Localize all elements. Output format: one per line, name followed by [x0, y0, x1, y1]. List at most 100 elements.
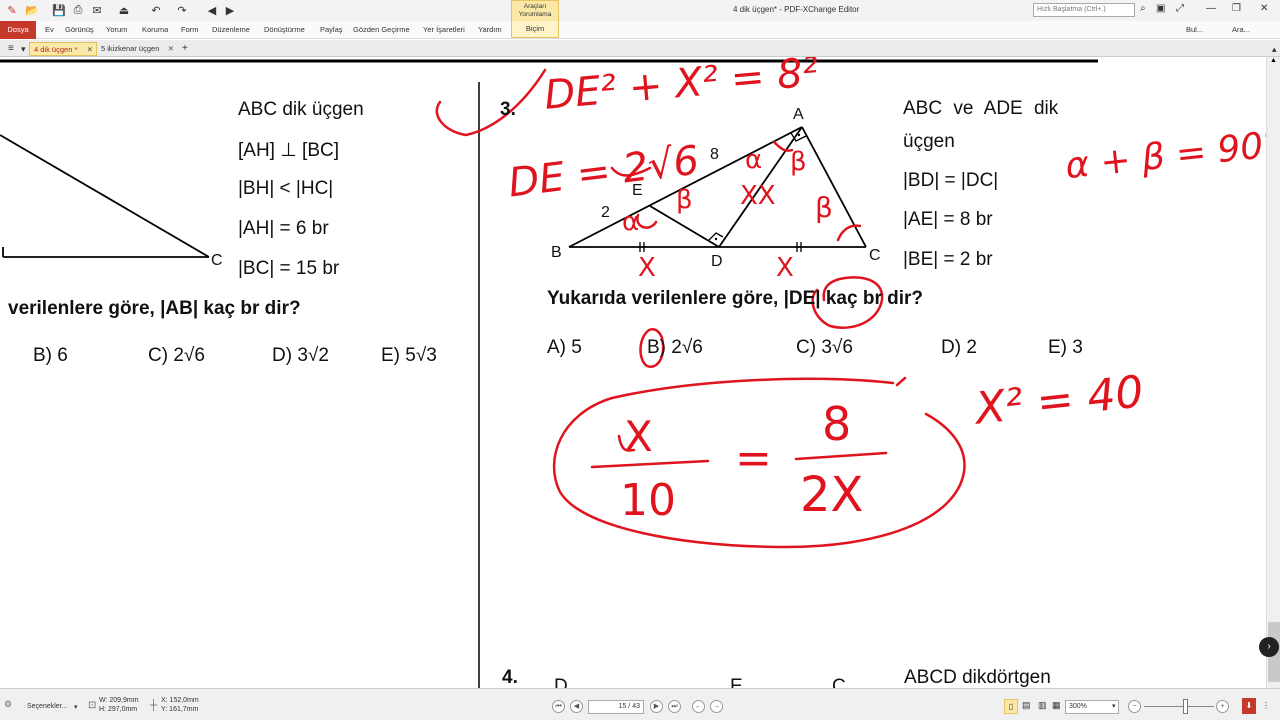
redo-icon[interactable]: ↷ [174, 2, 190, 18]
p4-label-c: C [832, 676, 846, 688]
p3-given-5: |BE| = 2 br [903, 249, 993, 270]
left-given-3: |BH| < |HC| [238, 178, 334, 199]
context-tab-comment-tools[interactable]: Araçları Yorumlama [511, 0, 559, 22]
menu-format[interactable]: Biçim [511, 21, 559, 38]
problem3-number: 3. [500, 99, 516, 120]
menu-bookmarks[interactable]: Yer İşaretleri [423, 21, 465, 39]
zoom-dropdown-icon[interactable]: ▾ [1112, 702, 1116, 710]
p4-label-e: E [730, 676, 743, 688]
prev-page-icon[interactable]: ◀ [570, 700, 583, 713]
ink-beta-c: β [815, 191, 833, 224]
ink-frac-right-num: 8 [822, 397, 852, 451]
history-forward-icon[interactable]: → [710, 700, 723, 713]
facing-view-icon[interactable]: ▥ [1038, 700, 1047, 711]
ribbon-toggle-icon[interactable]: ▣ [1156, 3, 1165, 14]
forward-icon[interactable]: ▶ [222, 2, 238, 18]
quick-launch-search-input[interactable]: Hızlı Başlatma (Ctrl+.) [1033, 3, 1135, 17]
facing-continuous-view-icon[interactable]: ▦ [1052, 700, 1061, 711]
menu-comment[interactable]: Yorum [106, 21, 127, 39]
p3-option-b: B) 2√6 [647, 337, 703, 358]
undo-icon[interactable]: ↶ [148, 2, 164, 18]
status-bar-menu-icon[interactable]: ⋮ [1262, 701, 1270, 710]
search-icon[interactable]: ⌕ [1140, 3, 1146, 14]
vertex-c: C [869, 247, 881, 264]
find-tool[interactable]: Bul... [1186, 21, 1203, 39]
tab-label: 4 dik üçgen * [34, 45, 78, 54]
zoom-level-field[interactable]: 300% [1065, 700, 1119, 714]
label-ae-8: 8 [710, 146, 719, 163]
zoom-slider-handle[interactable] [1183, 699, 1188, 714]
left-given-1: ABC dik üçgen [238, 99, 364, 120]
continuous-view-icon[interactable]: ▤ [1022, 700, 1031, 711]
tab-5-ikizkenar-ucgen[interactable]: 5 ikizkenar üçgen ✕ [97, 42, 177, 56]
menu-review[interactable]: Gözden Geçirme [353, 21, 410, 39]
p3-given-2: üçgen [903, 131, 955, 152]
left-given-4: |AH| = 6 br [238, 218, 329, 239]
zoom-out-icon[interactable]: − [1128, 700, 1141, 713]
ink-frac-left-num: X [624, 412, 653, 461]
single-page-view-icon[interactable]: ▯ [1004, 699, 1018, 714]
left-option-b: B) 6 [33, 345, 68, 366]
save-icon[interactable]: 💾 [51, 2, 67, 18]
tab-scroll-icon[interactable]: ▴ [1268, 42, 1280, 56]
side-panel-toggle-icon[interactable]: › [1259, 637, 1279, 657]
restore-icon[interactable]: ❐ [1232, 3, 1241, 14]
document-tab-bar: ≡ ▾ 4 dik üçgen * ✕ 5 ikizkenar üçgen ✕ … [0, 40, 1280, 57]
vertex-b: B [551, 244, 562, 261]
search-tool[interactable]: Ara... [1232, 21, 1250, 39]
tab-4-dik-ucgen[interactable]: 4 dik üçgen * ✕ [29, 42, 97, 56]
p3-given-1: ABC ve ADE dik [903, 98, 1059, 119]
email-icon[interactable]: ✉ [89, 2, 105, 18]
page-number-field[interactable]: 15 / 43 [588, 700, 644, 714]
p3-option-a: A) 5 [547, 337, 582, 358]
menu-share[interactable]: Paylaş [320, 21, 343, 39]
menu-help[interactable]: Yardım [478, 21, 502, 39]
right-angle-dot-d [714, 237, 718, 241]
new-tab-icon[interactable]: + [178, 42, 192, 56]
fraction-bar-left [590, 459, 710, 469]
menu-form[interactable]: Form [181, 21, 199, 39]
options-dropdown-icon[interactable]: ▾ [74, 703, 78, 711]
ink-frac-left-den: 10 [620, 475, 676, 526]
vertical-scrollbar[interactable]: ▲ › [1259, 57, 1280, 688]
minimize-icon[interactable]: — [1206, 3, 1216, 14]
menu-convert[interactable]: Dönüştürme [264, 21, 305, 39]
app-logo-icon: ✎ [7, 4, 17, 17]
document-page[interactable]: ABC dik üçgen [AH] ⊥ [BC] |BH| < |HC| |A… [0, 57, 1266, 688]
tab-list-icon[interactable]: ▾ [17, 42, 30, 56]
zoom-in-icon[interactable]: + [1216, 700, 1229, 713]
ink-x-dc: X [776, 253, 794, 283]
tab-close-icon[interactable]: ✕ [168, 42, 174, 56]
menu-edit[interactable]: Düzenleme [212, 21, 250, 39]
first-page-icon[interactable]: ⏮ [552, 700, 565, 713]
scroll-up-icon[interactable]: ▲ [1270, 57, 1277, 64]
problem4-number: 4. [502, 667, 518, 688]
p3-option-d: D) 2 [941, 337, 977, 358]
zoom-slider-track[interactable] [1144, 706, 1214, 707]
tab-close-icon[interactable]: ✕ [87, 43, 93, 57]
back-icon[interactable]: ◀ [204, 2, 220, 18]
vertex-d: D [711, 253, 723, 270]
p3-given-3: |BD| = |DC| [903, 170, 999, 191]
menu-file[interactable]: Dosya [0, 21, 36, 39]
pdf-icon: ⬇ [1242, 698, 1256, 714]
status-bar: ⚙ Seçenekler... ▾ ⊡ W: 209,9mm H: 297,0m… [0, 688, 1280, 720]
menu-protect[interactable]: Koruma [142, 21, 168, 39]
last-page-icon[interactable]: ⏭ [668, 700, 681, 713]
ink-alpha-a: α [745, 145, 763, 175]
scanner-icon[interactable]: ⏏ [116, 2, 132, 18]
menu-view[interactable]: Görünüş [65, 21, 94, 39]
options-menu[interactable]: Seçenekler... [27, 703, 67, 710]
fullscreen-icon[interactable]: ⤢ [1176, 3, 1184, 14]
history-back-icon[interactable]: ← [692, 700, 705, 713]
cursor-x: X: 152,0mm [161, 697, 199, 704]
print-icon[interactable]: ⎙ [70, 2, 86, 18]
tabs-menu-icon[interactable]: ≡ [4, 42, 18, 56]
ink-equals: = [735, 433, 772, 484]
menu-home[interactable]: Ev [45, 21, 54, 39]
vertex-a: A [793, 106, 804, 123]
close-icon[interactable]: ✕ [1260, 3, 1268, 14]
p3-option-c: C) 3√6 [796, 337, 853, 358]
next-page-icon[interactable]: ▶ [650, 700, 663, 713]
open-folder-icon[interactable]: 📂 [24, 2, 40, 18]
